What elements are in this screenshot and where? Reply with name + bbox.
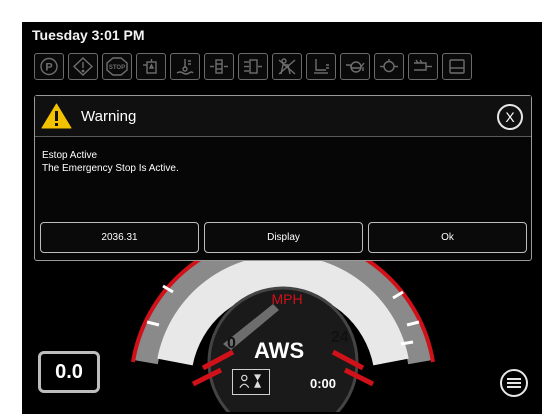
- transmission-fluid-icon: [136, 53, 166, 80]
- menu-icon[interactable]: [500, 369, 528, 397]
- gauge-min-label: 0: [227, 335, 236, 352]
- air-filter-icon: [238, 53, 268, 80]
- timer-value: 0:00: [310, 376, 337, 391]
- hourglass-timer-icon[interactable]: [232, 369, 270, 395]
- fuel-tank-icon: [442, 53, 472, 80]
- dialog-message-body: The Emergency Stop Is Active.: [42, 163, 179, 174]
- display-button[interactable]: Display: [204, 222, 363, 253]
- seatbelt-off-icon: [272, 53, 302, 80]
- dialog-title: Warning: [81, 108, 137, 125]
- dialog-message-title: Estop Active: [42, 150, 98, 161]
- parking-brake-icon: P: [34, 53, 64, 80]
- stop-icon: STOP: [102, 53, 132, 80]
- fuel-filter-icon: [204, 53, 234, 80]
- glow-plug-icon: [408, 53, 438, 80]
- engine-oil-level-icon: [306, 53, 336, 80]
- mode-label: AWS: [254, 338, 305, 363]
- svg-text:STOP: STOP: [109, 65, 125, 71]
- dialog-header: Warning X: [35, 96, 531, 137]
- gauge-max-label: 24: [331, 329, 349, 346]
- warning-dialog: Warning X Estop Active The Emergency Sto…: [34, 95, 532, 261]
- speed-readout: 0.0: [38, 351, 100, 393]
- hydraulic-icon: [374, 53, 404, 80]
- close-button[interactable]: X: [497, 104, 523, 130]
- datetime-label: Tuesday 3:01 PM: [32, 27, 145, 43]
- coolant-temp-icon: [170, 53, 200, 80]
- warning-triangle-icon: [41, 103, 72, 129]
- ok-button[interactable]: Ok: [368, 222, 527, 253]
- gauge-unit-label: MPH: [271, 291, 302, 307]
- svg-text:P: P: [45, 62, 52, 74]
- oil-pressure-icon: [340, 53, 370, 80]
- warning-diamond-icon: [68, 53, 98, 80]
- display-screen: Tuesday 3:01 PM P STOP MPH 0 24 0.0 AWS …: [22, 22, 542, 414]
- code-button[interactable]: 2036.31: [40, 222, 199, 253]
- indicator-icon-row: P STOP: [34, 53, 472, 80]
